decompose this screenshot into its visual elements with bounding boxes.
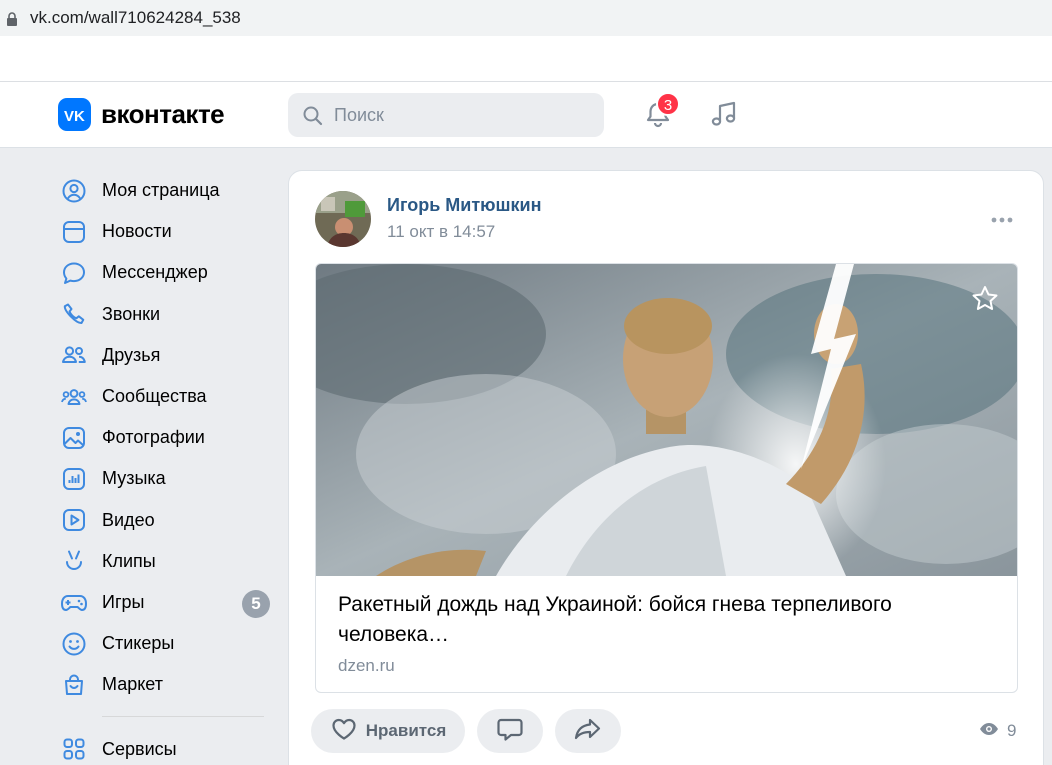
browser-address-bar: vk.com/wall710624284_538 [0, 0, 1052, 36]
more-options-icon[interactable] [989, 207, 1015, 233]
sidebar-item-label: Моя страница [102, 180, 220, 201]
music-note-icon[interactable] [706, 96, 742, 132]
sidebar-item-label: Друзья [102, 344, 161, 365]
svg-text:VK: VK [64, 108, 85, 122]
sidebar-item-label: Сервисы [102, 738, 177, 759]
user-circle-icon [60, 177, 88, 205]
sidebar-item-stickers[interactable]: Стикеры [60, 623, 272, 664]
lock-icon [6, 12, 18, 31]
search-input[interactable] [334, 103, 584, 127]
vk-logo-icon: VK [58, 98, 91, 131]
sidebar-item-clips[interactable]: Клипы [60, 541, 272, 582]
share-arrow-icon [573, 716, 603, 747]
notifications-badge: 3 [656, 92, 680, 116]
like-label: Нравится [365, 721, 447, 740]
views-count: 9 [1007, 721, 1017, 740]
market-bag-icon [60, 671, 88, 699]
sidebar-item-news[interactable]: Новости [60, 211, 272, 252]
sidebar-item-calls[interactable]: Звонки [60, 294, 272, 335]
games-count-badge: 5 [242, 589, 270, 618]
browser-url[interactable]: vk.com/wall710624284_538 [30, 8, 241, 28]
snippet-title[interactable]: Ракетный дождь над Украиной: бойся гнева… [338, 590, 978, 650]
sidebar-item-label: Маркет [102, 674, 163, 695]
share-button[interactable] [555, 709, 621, 753]
snippet-source: dzen.ru [338, 656, 395, 675]
post-author-link[interactable]: Игорь Митюшкин [387, 195, 541, 216]
heart-icon [330, 716, 358, 747]
sidebar-item-label: Мессенджер [102, 262, 208, 283]
sidebar-item-photos[interactable]: Фотографии [60, 417, 272, 458]
sidebar-item-music[interactable]: Музыка [60, 458, 272, 499]
sidebar-item-label: Игры [102, 591, 145, 612]
comment-icon [496, 716, 524, 747]
sidebar-item-video[interactable]: Видео [60, 500, 272, 541]
sidebar-item-services[interactable]: Сервисы [60, 728, 272, 765]
sidebar-item-label: Новости [102, 221, 172, 242]
sidebar-item-label: Фотографии [102, 427, 205, 448]
post-actions: Нравится [311, 709, 633, 753]
vk-logo-text: вконтакте [101, 99, 225, 129]
snippet-image [316, 264, 1017, 576]
clips-icon [60, 547, 88, 575]
sidebar-item-market[interactable]: Маркет [60, 664, 272, 705]
gamepad-icon [60, 588, 88, 616]
sidebar-divider [102, 716, 264, 718]
post-date[interactable]: 11 окт в 14:57 [387, 222, 495, 242]
friends-icon [60, 341, 88, 369]
sidebar-item-label: Клипы [102, 550, 156, 571]
post-views: 9 [979, 721, 1016, 741]
video-icon [60, 506, 88, 534]
sidebar-item-my-page[interactable]: Моя страница [60, 170, 272, 211]
sidebar-item-label: Звонки [102, 303, 161, 324]
eye-icon [979, 722, 999, 741]
news-icon [60, 218, 88, 246]
photo-icon [60, 424, 88, 452]
phone-icon [60, 300, 88, 328]
sidebar-item-label: Видео [102, 509, 155, 530]
vk-logo[interactable]: VK вконтакте [58, 98, 225, 131]
sidebar-item-communities[interactable]: Сообщества [60, 376, 272, 417]
comment-button[interactable] [477, 709, 543, 753]
bookmark-star-icon[interactable] [970, 284, 1000, 314]
sidebar-item-games[interactable]: Игры 5 [60, 582, 272, 623]
smile-icon [60, 630, 88, 658]
left-sidebar: Моя страница Новости Мессенджер Звонки Д… [60, 170, 272, 765]
search-box[interactable] [288, 93, 604, 137]
wall-post: Игорь Митюшкин 11 окт в 14:57 Ракетный д… [288, 170, 1044, 765]
sidebar-item-messenger[interactable]: Мессенджер [60, 252, 272, 293]
site-header: VK вконтакте 3 [0, 82, 1052, 148]
like-button[interactable]: Нравится [311, 709, 465, 753]
author-avatar[interactable] [315, 191, 371, 247]
search-icon [302, 105, 324, 132]
communities-icon [60, 383, 88, 411]
sidebar-item-label: Стикеры [102, 633, 175, 654]
link-snippet[interactable]: Ракетный дождь над Украиной: бойся гнева… [315, 263, 1018, 693]
sidebar-item-label: Музыка [102, 468, 166, 489]
sidebar-item-friends[interactable]: Друзья [60, 335, 272, 376]
sidebar-item-label: Сообщества [102, 386, 207, 407]
services-grid-icon [60, 735, 88, 763]
message-icon [60, 259, 88, 287]
music-icon [60, 465, 88, 493]
bookmarks-bar [0, 36, 1052, 82]
